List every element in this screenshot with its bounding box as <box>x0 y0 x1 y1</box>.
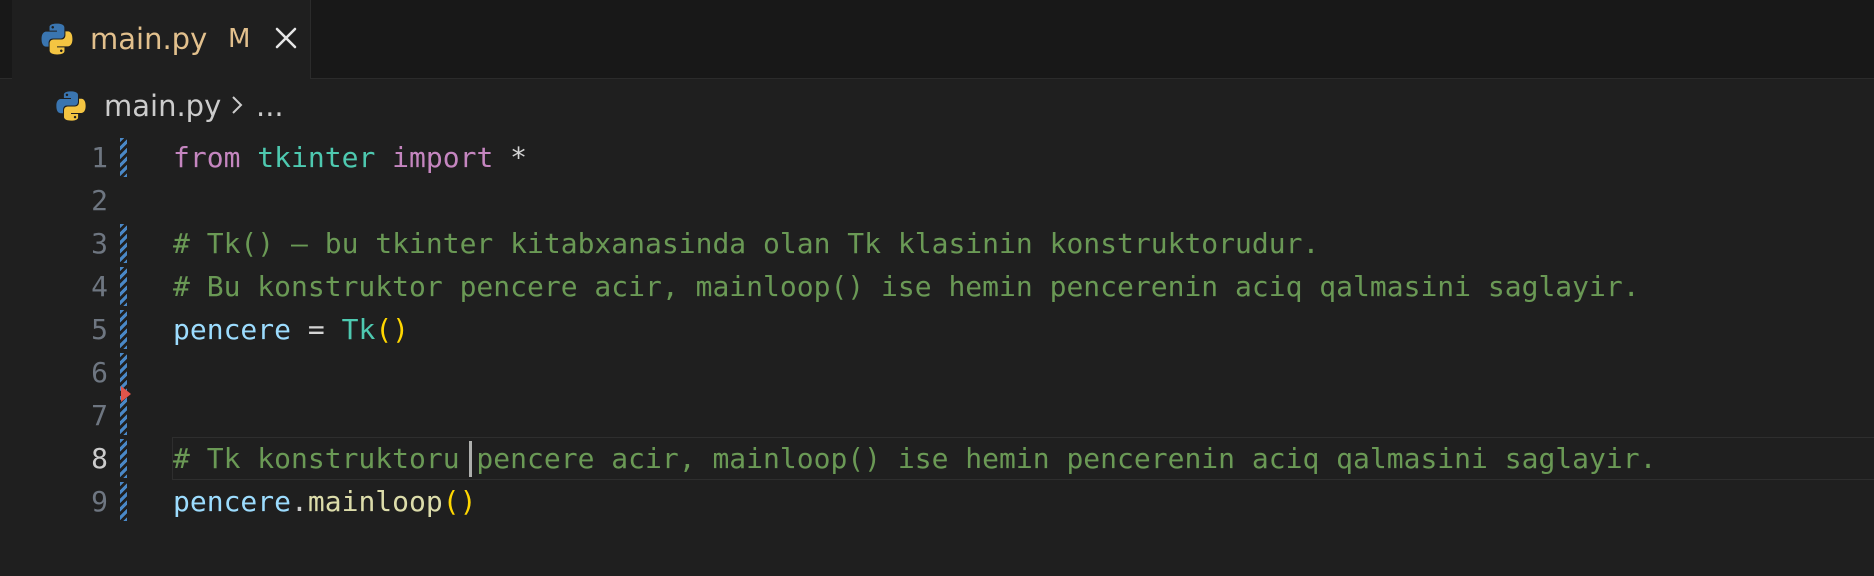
python-icon <box>56 91 86 121</box>
tab-label: main.py <box>90 22 208 56</box>
code-token: import <box>392 141 494 174</box>
line-number: 2 <box>91 184 108 217</box>
gutter-modified-marker[interactable] <box>120 267 127 306</box>
gutter-modified-marker[interactable] <box>120 138 127 177</box>
python-icon <box>41 23 73 55</box>
code-token: # Tk konstruktoru pencere acir, mainloop… <box>173 442 1657 475</box>
line-number: 8 <box>91 442 108 475</box>
code-line[interactable]: 6 <box>0 351 1874 394</box>
line-number: 3 <box>91 227 108 260</box>
code-token: = <box>291 313 342 346</box>
code-text: # Tk() – bu tkinter kitabxanasinda olan … <box>173 222 1319 265</box>
code-line[interactable]: 9 pencere.mainloop() <box>0 480 1874 523</box>
code-text: # Tk konstruktoru pencere acir, mainloop… <box>173 437 1656 480</box>
breadcrumb-file[interactable]: main.py <box>104 86 221 126</box>
code-token: # Tk() – bu tkinter kitabxanasinda olan … <box>173 227 1320 260</box>
breadcrumb: main.py ... <box>0 80 1874 132</box>
line-number: 7 <box>91 399 108 432</box>
code-token: * <box>493 141 528 174</box>
gutter-modified-marker[interactable] <box>120 482 127 521</box>
tab-bar: main.py M <box>0 0 1874 79</box>
code-token: # Bu konstruktor pencere acir, mainloop(… <box>173 270 1640 303</box>
close-icon[interactable] <box>272 24 300 52</box>
code-line[interactable]: 8 # Tk konstruktoru pencere acir, mainloo… <box>0 437 1874 480</box>
modified-badge: M <box>228 24 251 54</box>
code-token: () <box>375 313 410 346</box>
line-number: 1 <box>91 141 108 174</box>
code-text: # Bu konstruktor pencere acir, mainloop(… <box>173 265 1640 308</box>
deleted-lines-marker[interactable] <box>121 386 131 402</box>
code-token: pencere <box>173 485 292 518</box>
line-number: 6 <box>91 356 108 389</box>
breadcrumb-more[interactable]: ... <box>256 86 284 126</box>
code-token: from <box>173 141 241 174</box>
chevron-right-icon <box>232 96 243 114</box>
code-line[interactable]: 5 pencere = Tk() <box>0 308 1874 351</box>
code-line[interactable]: 4 # Bu konstruktor pencere acir, mainloop… <box>0 265 1874 308</box>
line-number: 5 <box>91 313 108 346</box>
code-token: tkinter <box>257 141 376 174</box>
gutter-modified-marker[interactable] <box>120 439 127 478</box>
code-text: pencere = Tk() <box>173 308 409 351</box>
code-token: . <box>291 485 308 518</box>
code-line[interactable]: 1 from tkinter import * <box>0 136 1874 179</box>
code-editor[interactable]: 1 from tkinter import * 2 3 # Tk() – bu tkin… <box>0 132 1874 576</box>
line-number: 4 <box>91 270 108 303</box>
gutter-modified-marker[interactable] <box>120 310 127 349</box>
code-line[interactable]: 2 <box>0 179 1874 222</box>
code-line[interactable]: 3 # Tk() – bu tkinter kitabxanasinda olan… <box>0 222 1874 265</box>
code-token: mainloop <box>307 485 443 518</box>
text-cursor <box>469 441 472 477</box>
code-token: Tk <box>341 313 376 346</box>
code-line[interactable]: 7 <box>0 394 1874 437</box>
line-number: 9 <box>91 485 108 518</box>
tab-main-py[interactable]: main.py M <box>12 0 311 79</box>
gutter-modified-marker[interactable] <box>120 224 127 263</box>
code-text: pencere.mainloop() <box>173 480 476 523</box>
code-text: from tkinter import * <box>173 136 527 179</box>
code-token: pencere <box>173 313 292 346</box>
code-token: () <box>442 485 477 518</box>
